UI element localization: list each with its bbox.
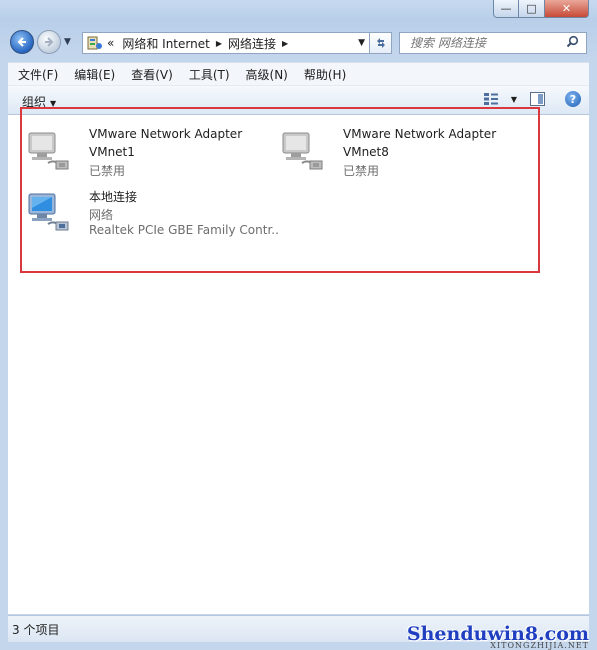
breadcrumb-network-connections[interactable]: 网络连接 bbox=[228, 35, 276, 52]
item-count: 3 个项目 bbox=[12, 623, 60, 637]
connection-device: 网络 bbox=[89, 208, 114, 222]
back-arrow-icon bbox=[17, 37, 26, 47]
connection-name: VMware Network Adapter bbox=[343, 127, 497, 141]
preview-pane-icon[interactable] bbox=[530, 92, 545, 106]
file-list: VMware Network Adapter VMnet1 已禁用 VMware… bbox=[8, 107, 589, 614]
window-controls: — □ ✕ bbox=[493, 0, 589, 18]
address-prefix[interactable]: « bbox=[107, 36, 114, 50]
connection-item[interactable]: VMware Network Adapter VMnet1 已禁用 bbox=[26, 125, 266, 178]
address-dropdown-icon[interactable]: ▼ bbox=[358, 38, 365, 48]
breadcrumb: « 网络和 Internet ▶ 网络连接 ▶ bbox=[107, 35, 294, 52]
forward-button[interactable] bbox=[37, 30, 61, 54]
network-folder-icon bbox=[87, 36, 102, 50]
explorer-window: — □ ✕ ▼ « 网络和 Internet ▶ 网络连接 ▶ ▼ 搜索 网络连… bbox=[0, 0, 597, 650]
connection-device: VMnet1 bbox=[89, 145, 135, 159]
recent-pages-dropdown[interactable]: ▼ bbox=[64, 37, 71, 47]
watermark: Shenduwin8.com XITONGZHIJIA.NET bbox=[407, 623, 589, 650]
connection-status: Realtek PCIe GBE Family Contr... bbox=[89, 223, 279, 237]
breadcrumb-network-internet[interactable]: 网络和 Internet bbox=[122, 35, 209, 52]
connection-name: 本地连接 bbox=[89, 190, 138, 204]
help-button[interactable]: ? bbox=[565, 91, 581, 107]
connection-item[interactable]: 本地连接 网络 Realtek PCIe GBE Family Contr... bbox=[26, 186, 296, 237]
menu-help[interactable]: 帮助(H) bbox=[294, 66, 352, 83]
search-input[interactable] bbox=[408, 35, 566, 51]
view-options-dropdown-icon[interactable]: ▼ bbox=[511, 95, 517, 104]
connection-status: 已禁用 bbox=[89, 164, 126, 178]
minimize-button[interactable]: — bbox=[493, 0, 519, 18]
maximize-button[interactable]: □ bbox=[519, 0, 545, 18]
refresh-icon bbox=[376, 38, 385, 48]
network-adapter-disabled-icon bbox=[282, 132, 323, 170]
address-bar[interactable]: « 网络和 Internet ▶ 网络连接 ▶ ▼ bbox=[82, 32, 370, 54]
menu-bar: 文件(F) 编辑(E) 查看(V) 工具(T) 高级(N) 帮助(H) bbox=[8, 62, 589, 86]
breadcrumb-arrow-icon[interactable]: ▶ bbox=[282, 39, 288, 48]
search-icon[interactable] bbox=[566, 35, 580, 52]
refresh-button[interactable] bbox=[370, 32, 392, 54]
forward-arrow-icon bbox=[45, 37, 54, 47]
change-view-icon[interactable] bbox=[483, 92, 499, 106]
network-adapter-connected-icon bbox=[28, 193, 69, 231]
search-box[interactable] bbox=[399, 32, 587, 54]
connection-name: VMware Network Adapter bbox=[89, 127, 243, 141]
connection-status: 已禁用 bbox=[343, 164, 380, 178]
connection-item[interactable]: VMware Network Adapter VMnet8 已禁用 bbox=[280, 125, 520, 178]
network-adapter-disabled-icon bbox=[28, 132, 69, 170]
menu-file[interactable]: 文件(F) bbox=[8, 66, 64, 83]
menu-view[interactable]: 查看(V) bbox=[121, 66, 179, 83]
back-button[interactable] bbox=[10, 30, 34, 54]
breadcrumb-arrow-icon[interactable]: ▶ bbox=[216, 39, 222, 48]
navigation-bar: ▼ « 网络和 Internet ▶ 网络连接 ▶ ▼ bbox=[10, 30, 587, 56]
menu-tools[interactable]: 工具(T) bbox=[179, 66, 236, 83]
connection-device: VMnet8 bbox=[343, 145, 389, 159]
close-button[interactable]: ✕ bbox=[545, 0, 589, 18]
menu-advanced[interactable]: 高级(N) bbox=[236, 66, 294, 83]
menu-edit[interactable]: 编辑(E) bbox=[64, 66, 121, 83]
